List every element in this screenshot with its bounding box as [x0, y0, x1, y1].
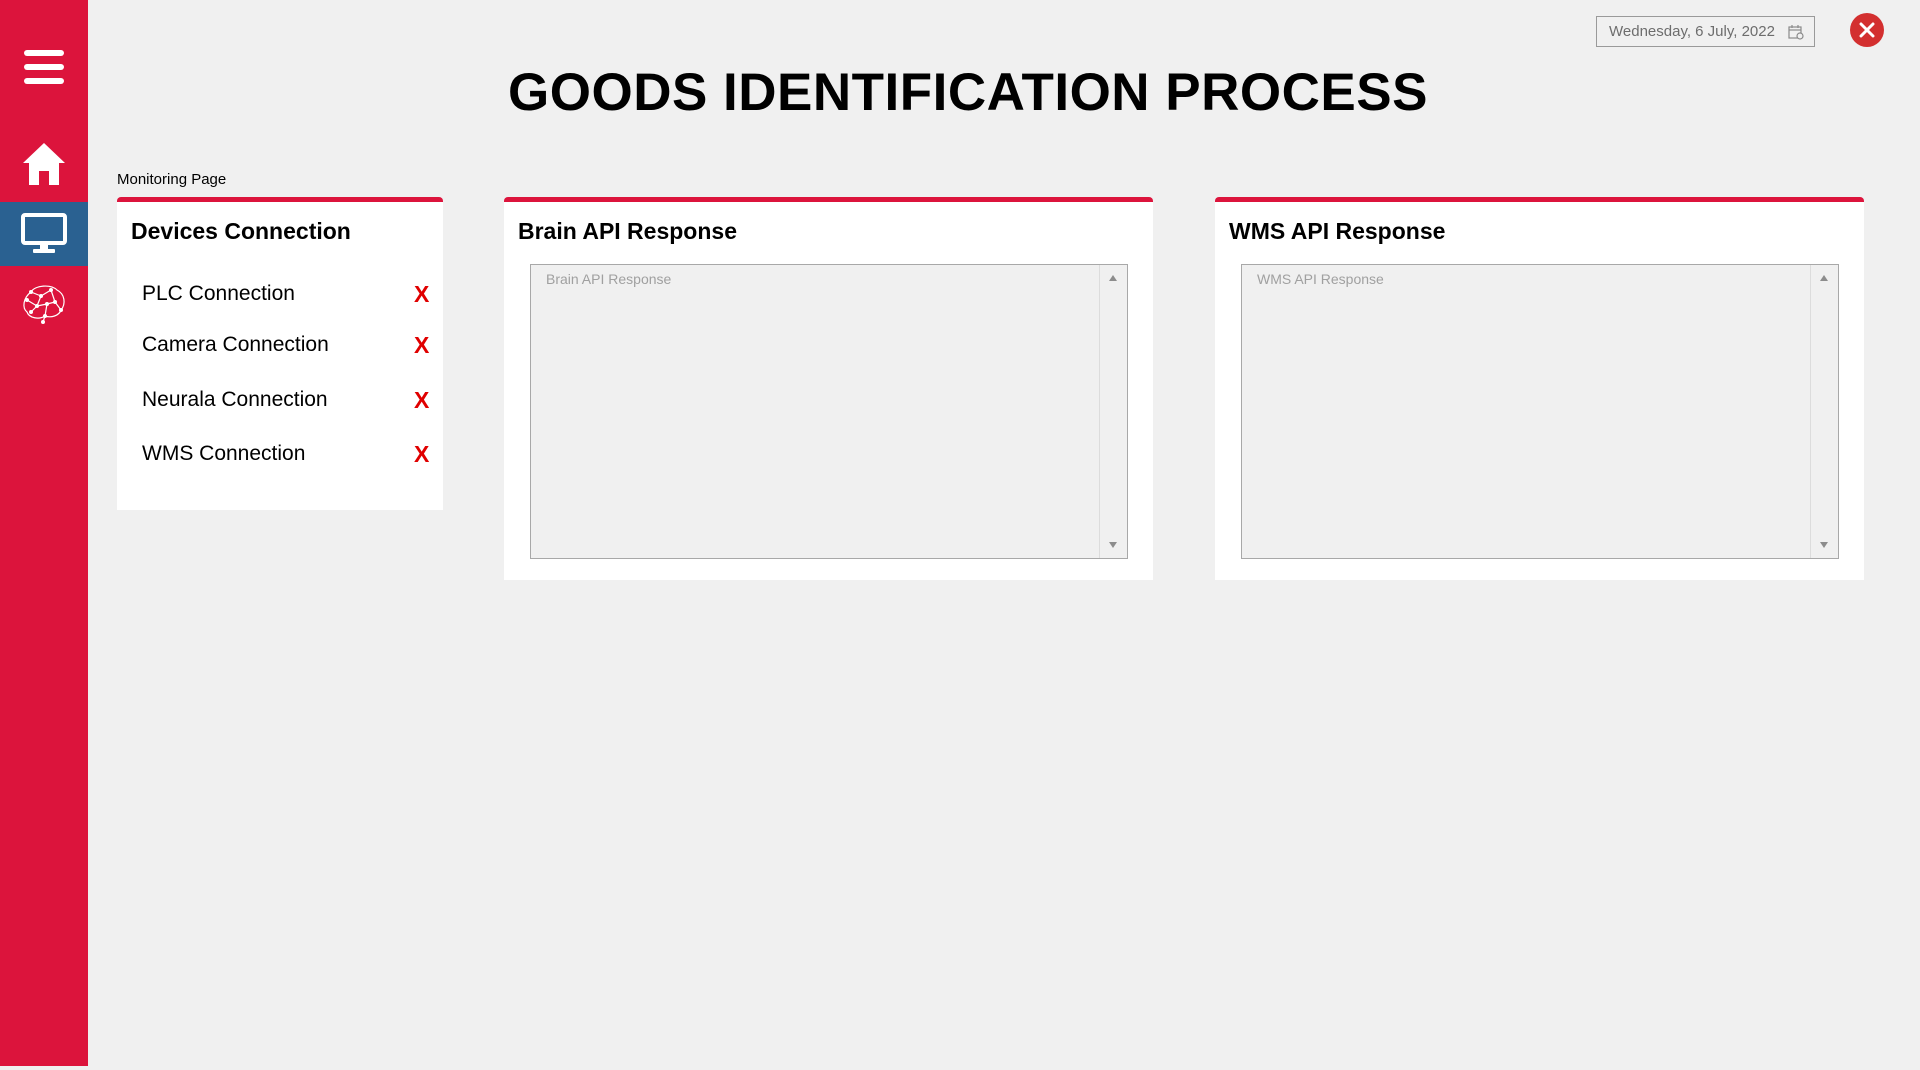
- home-icon: [23, 143, 65, 185]
- brain-api-response-textarea[interactable]: Brain API Response: [530, 264, 1128, 559]
- page-title: GOODS IDENTIFICATION PROCESS: [508, 63, 1428, 122]
- monitoring-button[interactable]: [0, 202, 88, 266]
- wms-connection-status[interactable]: X: [414, 441, 429, 468]
- neural-button[interactable]: [0, 270, 88, 336]
- sidebar: [0, 0, 88, 1066]
- wms-connection-label: WMS Connection: [142, 442, 306, 465]
- brain-api-response-title: Brain API Response: [518, 218, 737, 244]
- plc-connection-row: PLC Connection X: [142, 279, 429, 309]
- camera-connection-status[interactable]: X: [414, 332, 429, 359]
- brain-api-response-scrollbar[interactable]: [1099, 265, 1127, 558]
- date-picker[interactable]: Wednesday, 6 July, 2022: [1596, 16, 1815, 47]
- date-text: Wednesday, 6 July, 2022: [1609, 23, 1775, 40]
- camera-connection-label: Camera Connection: [142, 333, 329, 356]
- breadcrumb: Monitoring Page: [117, 171, 227, 188]
- scroll-up-arrow-icon[interactable]: [1109, 275, 1117, 281]
- hamburger-menu-icon: [24, 50, 64, 84]
- calendar-icon[interactable]: [1788, 24, 1804, 40]
- neural-brain-icon: [23, 285, 65, 324]
- wms-api-response-title: WMS API Response: [1229, 218, 1446, 244]
- monitor-icon: [21, 213, 67, 253]
- wms-api-response-textarea[interactable]: WMS API Response: [1241, 264, 1839, 559]
- wms-api-response-placeholder: WMS API Response: [1257, 271, 1384, 287]
- scroll-down-arrow-icon[interactable]: [1109, 542, 1117, 548]
- brain-api-response-placeholder: Brain API Response: [546, 271, 672, 287]
- plc-connection-status[interactable]: X: [414, 281, 429, 308]
- close-button[interactable]: [1850, 13, 1884, 47]
- menu-button[interactable]: [0, 35, 88, 99]
- plc-connection-label: PLC Connection: [142, 282, 295, 305]
- close-icon: [1859, 22, 1875, 38]
- wms-api-response-card: WMS API Response WMS API Response: [1215, 197, 1864, 580]
- devices-connection-card: Devices Connection PLC Connection X Came…: [117, 197, 443, 510]
- neurala-connection-label: Neurala Connection: [142, 388, 328, 411]
- camera-connection-row: Camera Connection X: [142, 330, 429, 360]
- neurala-connection-row: Neurala Connection X: [142, 385, 429, 415]
- home-button[interactable]: [0, 130, 88, 198]
- scroll-up-arrow-icon[interactable]: [1820, 275, 1828, 281]
- scroll-down-arrow-icon[interactable]: [1820, 542, 1828, 548]
- wms-connection-row: WMS Connection X: [142, 439, 429, 469]
- devices-connection-title: Devices Connection: [131, 218, 351, 244]
- neurala-connection-status[interactable]: X: [414, 387, 429, 414]
- brain-api-response-card: Brain API Response Brain API Response: [504, 197, 1153, 580]
- wms-api-response-scrollbar[interactable]: [1810, 265, 1838, 558]
